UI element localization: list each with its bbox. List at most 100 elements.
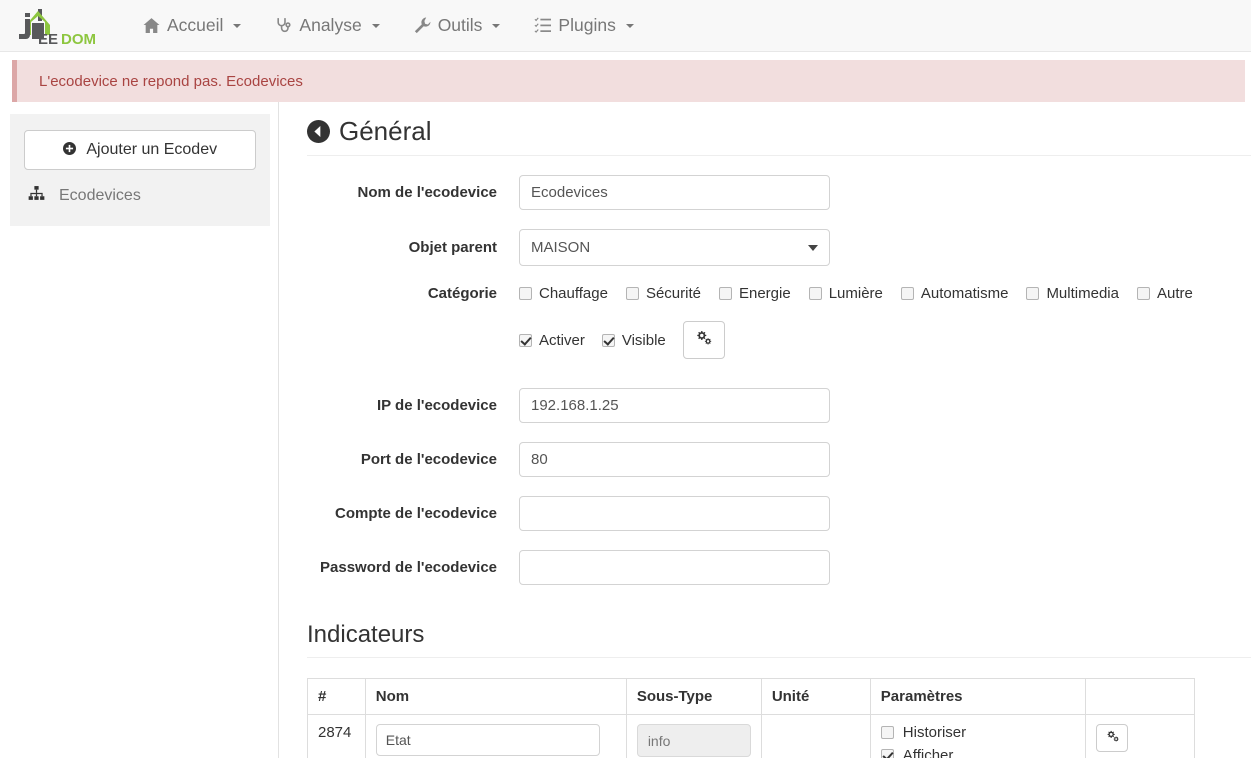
nav-label-plugins: Plugins [558, 15, 616, 35]
form-row-name: Nom de l'ecodevice [307, 175, 1251, 210]
nav-item-analyse[interactable]: Analyse [258, 0, 396, 52]
parent-select-value: MAISON [531, 239, 591, 256]
sidebar-item-label: Ecodevices [59, 187, 141, 204]
column-header-actions [1085, 678, 1195, 715]
nav-item-accueil[interactable]: Accueil [126, 0, 258, 52]
column-header-nom: Nom [364, 678, 627, 715]
label-parent: Objet parent [408, 239, 497, 256]
checkbox-energie[interactable] [718, 287, 732, 300]
form-row-account: Compte de l'ecodevice [307, 496, 1251, 531]
category-chauffage[interactable]: Chauffage [519, 285, 608, 302]
cell-soustype: info binary [625, 714, 762, 758]
chevron-down-icon [371, 23, 380, 28]
form-row-ip: IP de l'ecodevice [307, 388, 1251, 423]
category-autre[interactable]: Autre [1136, 285, 1193, 302]
cell-unite [760, 714, 871, 758]
nav-item-plugins[interactable]: Plugins [517, 0, 650, 52]
column-header-unite: Unité [760, 678, 871, 715]
page-title: Général [339, 116, 432, 146]
label-port: Port de l'ecodevice [360, 451, 497, 468]
svg-text:DOM: DOM [61, 31, 96, 47]
category-lumiere[interactable]: Lumière [808, 285, 883, 302]
indicateurs-table: # Nom Sous-Type Unité Paramètres 2874 Et… [307, 678, 1195, 758]
stethoscope-icon [275, 17, 292, 34]
param-afficher[interactable]: Afficher [880, 747, 1075, 758]
category-label-automatisme: Automatisme [920, 285, 1009, 302]
name-input[interactable] [519, 175, 830, 210]
param-label-afficher: Afficher [902, 747, 954, 758]
table-row: 2874 info binary [307, 714, 1195, 758]
column-header-parametres: Paramètres [869, 678, 1087, 715]
account-input[interactable] [519, 496, 830, 531]
wrench-icon [414, 17, 431, 34]
indicator-type-value: info [647, 732, 671, 749]
indicator-config-button[interactable] [1096, 724, 1129, 752]
add-ecodev-label: Ajouter un Ecodev [86, 141, 218, 158]
cell-id: 2874 [307, 714, 366, 758]
category-label-chauffage: Chauffage [539, 285, 608, 302]
sitemap-icon [28, 186, 45, 206]
form-row-category: Catégorie Chauffage Sécurité Energie Lum… [307, 285, 1251, 302]
category-energie[interactable]: Energie [718, 285, 791, 302]
category-label-multimedia: Multimedia [1046, 285, 1119, 302]
checkbox-securite[interactable] [625, 287, 639, 300]
password-input[interactable] [519, 550, 830, 585]
indicateurs-title: Indicateurs [307, 621, 1251, 658]
checkbox-multimedia[interactable] [1026, 287, 1040, 300]
cell-nom [364, 714, 627, 758]
main-content: Général Nom de l'ecodevice Objet parent … [279, 102, 1251, 758]
general-section-header: Général [307, 116, 1251, 156]
toggle-visible[interactable]: Visible [601, 332, 666, 349]
label-ip: IP de l'ecodevice [376, 397, 497, 414]
table-header-row: # Nom Sous-Type Unité Paramètres [307, 678, 1195, 715]
category-automatisme[interactable]: Automatisme [900, 285, 1009, 302]
nav-label-accueil: Accueil [167, 15, 224, 35]
checkbox-chauffage[interactable] [519, 287, 532, 300]
cell-parametres: Historiser Afficher [869, 714, 1087, 758]
chevron-down-icon [233, 23, 242, 28]
indicator-type-select[interactable]: info [636, 724, 751, 757]
tasks-icon [534, 17, 552, 34]
form-row-port: Port de l'ecodevice [307, 442, 1251, 477]
home-icon [143, 17, 160, 34]
svg-text:EE: EE [38, 31, 58, 47]
parent-select[interactable]: MAISON [519, 229, 830, 266]
checkbox-activer[interactable] [519, 333, 532, 347]
cogs-icon [694, 329, 713, 351]
sidebar-item-ecodevices[interactable]: Ecodevices [24, 182, 256, 210]
back-arrow-icon[interactable] [307, 120, 330, 143]
jeedom-logo-svg: EE DOM [19, 8, 96, 47]
top-navbar: EE DOM Accueil Analyse Outils Plugins [0, 0, 1251, 52]
indicator-name-input[interactable] [375, 724, 600, 756]
ip-input[interactable] [519, 388, 830, 423]
cogs-icon [1105, 729, 1120, 747]
checkbox-afficher[interactable] [880, 749, 894, 758]
port-input[interactable] [519, 442, 830, 477]
category-securite[interactable]: Sécurité [625, 285, 701, 302]
nav-items: Accueil Analyse Outils Plugins [126, 0, 651, 52]
display-config-button[interactable] [682, 321, 725, 359]
column-header-id: # [307, 678, 366, 715]
checkbox-autre[interactable] [1136, 287, 1150, 300]
chevron-down-icon [808, 244, 818, 251]
category-multimedia[interactable]: Multimedia [1026, 285, 1119, 302]
add-ecodev-button[interactable]: Ajouter un Ecodev [24, 130, 256, 170]
category-label-energie: Energie [738, 285, 791, 302]
checkbox-automatisme[interactable] [900, 287, 914, 300]
label-password: Password de l'ecodevice [320, 559, 497, 576]
param-historiser[interactable]: Historiser [880, 724, 1075, 741]
form-row-toggles: Activer Visible [307, 321, 1251, 359]
checkbox-visible[interactable] [601, 333, 615, 347]
checkbox-historiser[interactable] [880, 726, 894, 739]
nav-label-analyse: Analyse [299, 15, 362, 35]
checkbox-lumiere[interactable] [808, 287, 822, 300]
toggle-activer[interactable]: Activer [519, 332, 585, 349]
nav-item-outils[interactable]: Outils [397, 0, 518, 52]
alert-message: L'ecodevice ne repond pas. Ecodevices [39, 72, 303, 90]
page-body: Ajouter un Ecodev Ecodevices Général Nom… [0, 102, 1251, 758]
error-alert: L'ecodevice ne repond pas. Ecodevices [12, 60, 1245, 102]
chevron-down-icon [492, 23, 501, 28]
category-label-autre: Autre [1156, 285, 1193, 302]
jeedom-logo[interactable]: EE DOM [8, 4, 104, 48]
label-account: Compte de l'ecodevice [335, 505, 497, 522]
